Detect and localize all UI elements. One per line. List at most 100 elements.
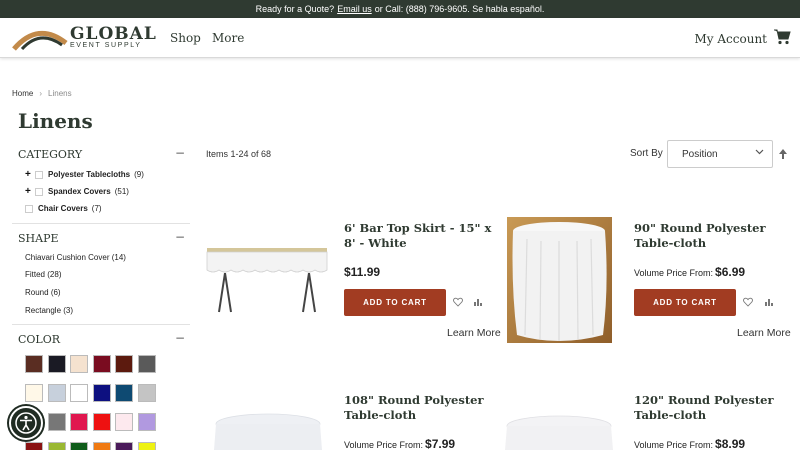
items-count: Items 1-24 of 68: [206, 149, 272, 159]
collapse-icon[interactable]: −: [175, 230, 185, 244]
product-price: $7.99: [425, 437, 456, 450]
volume-price: Volume Price From: $8.99: [634, 437, 745, 450]
expand-icon[interactable]: +: [25, 186, 35, 197]
product-price: $6.99: [715, 265, 746, 279]
color-swatch[interactable]: [47, 442, 66, 450]
color-swatch[interactable]: [115, 413, 133, 431]
accessibility-button[interactable]: [9, 406, 43, 440]
category-label: Polyester Tablecloths: [48, 170, 131, 179]
checkbox[interactable]: [35, 170, 43, 179]
color-swatch[interactable]: [25, 355, 43, 373]
category-count: (9): [134, 170, 144, 179]
wishlist-heart-icon[interactable]: [453, 297, 463, 307]
site-header: GLOBAL EVENT SUPPLY Shop More My Account: [0, 18, 800, 58]
color-swatch[interactable]: [137, 413, 156, 431]
product-name[interactable]: 6' Bar Top Skirt - 15" x 8' - White: [344, 221, 494, 251]
product-name[interactable]: 90" Round Polyester Table-cloth: [634, 221, 784, 251]
learn-more-link[interactable]: Learn More: [737, 327, 791, 339]
cart-icon[interactable]: [774, 29, 791, 45]
promo-text-suffix: or Call: (888) 796-9605. Se habla españo…: [374, 4, 545, 14]
color-swatch[interactable]: [115, 442, 133, 450]
color-swatch[interactable]: [47, 384, 66, 402]
sort-direction-arrow-icon[interactable]: [778, 148, 788, 160]
brand-logo[interactable]: GLOBAL EVENT SUPPLY: [12, 25, 156, 51]
add-to-cart-button[interactable]: ADD TO CART: [344, 289, 446, 316]
shape-item-chiavari[interactable]: Chiavari Cushion Cover (14): [25, 253, 126, 262]
filter-category-header[interactable]: CATEGORY −: [18, 146, 188, 161]
email-us-link[interactable]: Email us: [337, 4, 372, 14]
compare-icon[interactable]: [764, 297, 774, 307]
shape-label: Chiavari Cushion Cover: [25, 253, 110, 262]
my-account-link[interactable]: My Account: [695, 32, 768, 46]
category-label: Spandex Covers: [48, 187, 111, 196]
volume-price: Volume Price From: $6.99: [634, 265, 745, 279]
color-swatch[interactable]: [92, 355, 111, 373]
shape-label: Fitted: [25, 270, 46, 279]
breadcrumb-home[interactable]: Home: [12, 89, 33, 98]
color-swatch[interactable]: [92, 384, 111, 402]
color-swatch[interactable]: [25, 442, 43, 450]
product-image-round-tablecloth[interactable]: [212, 412, 324, 450]
volume-price-label: Volume Price From:: [344, 440, 424, 450]
shape-item-fitted[interactable]: Fitted (28): [25, 270, 61, 279]
color-swatch[interactable]: [137, 384, 156, 402]
volume-price: Volume Price From: $7.99: [344, 437, 455, 450]
product-name[interactable]: 108" Round Polyester Table-cloth: [344, 393, 494, 423]
checkbox[interactable]: [35, 187, 43, 196]
checkbox[interactable]: [25, 204, 33, 213]
product-price: $11.99: [344, 265, 381, 279]
color-swatch[interactable]: [137, 355, 156, 373]
shape-count: (14): [111, 253, 126, 262]
color-swatch[interactable]: [70, 442, 88, 450]
product-image-bar-skirt[interactable]: [205, 240, 329, 316]
nav-shop[interactable]: Shop: [170, 31, 201, 45]
color-swatch[interactable]: [92, 413, 111, 431]
volume-price-label: Volume Price From:: [634, 268, 714, 278]
filter-color-header[interactable]: COLOR −: [18, 331, 188, 346]
breadcrumb: Home › Linens: [12, 89, 72, 98]
color-swatch[interactable]: [137, 442, 156, 450]
color-swatch[interactable]: [70, 355, 88, 373]
category-item-chair-covers[interactable]: Chair Covers (7): [25, 204, 102, 213]
category-count: (51): [114, 187, 129, 196]
category-count: (7): [91, 204, 102, 213]
color-swatch[interactable]: [47, 355, 66, 373]
expand-icon[interactable]: +: [25, 169, 35, 180]
category-item-spandex[interactable]: + Spandex Covers (51): [25, 186, 129, 197]
divider: [12, 324, 190, 325]
shape-count: (6): [50, 288, 61, 297]
product-price: $8.99: [715, 437, 746, 450]
filter-shape-header[interactable]: SHAPE −: [18, 230, 188, 245]
sort-select[interactable]: Position: [667, 140, 773, 168]
collapse-icon[interactable]: −: [175, 146, 185, 160]
color-swatch[interactable]: [92, 442, 111, 450]
nav-more[interactable]: More: [212, 31, 244, 45]
color-swatch[interactable]: [115, 384, 133, 402]
color-swatch[interactable]: [25, 384, 43, 402]
sort-by-label: Sort By: [630, 148, 663, 159]
add-to-cart-button[interactable]: ADD TO CART: [634, 289, 736, 316]
collapse-icon[interactable]: −: [175, 331, 185, 345]
color-swatch[interactable]: [115, 355, 133, 373]
logo-arc-icon: [12, 30, 68, 51]
product-image-round-tablecloth[interactable]: [507, 217, 612, 343]
breadcrumb-current: Linens: [48, 89, 72, 98]
category-item-polyester[interactable]: + Polyester Tablecloths (9): [25, 169, 144, 180]
product-name[interactable]: 120" Round Polyester Table-cloth: [634, 393, 784, 423]
breadcrumb-separator-icon: ›: [39, 89, 43, 98]
category-label: Chair Covers: [38, 204, 88, 213]
compare-icon[interactable]: [473, 297, 483, 307]
filter-shape-title: SHAPE: [18, 232, 59, 245]
color-swatch[interactable]: [70, 384, 88, 402]
color-swatch[interactable]: [47, 413, 66, 431]
shape-item-rectangle[interactable]: Rectangle (3): [25, 306, 73, 315]
color-swatch[interactable]: [70, 413, 88, 431]
chevron-down-icon: [755, 149, 764, 155]
brand-tagline: EVENT SUPPLY: [70, 42, 142, 49]
filter-color-title: COLOR: [18, 333, 61, 346]
shape-item-round[interactable]: Round (6): [25, 288, 61, 297]
learn-more-link[interactable]: Learn More: [447, 327, 501, 339]
wishlist-heart-icon[interactable]: [743, 297, 753, 307]
divider: [12, 223, 190, 224]
product-image-round-tablecloth[interactable]: [503, 414, 615, 450]
